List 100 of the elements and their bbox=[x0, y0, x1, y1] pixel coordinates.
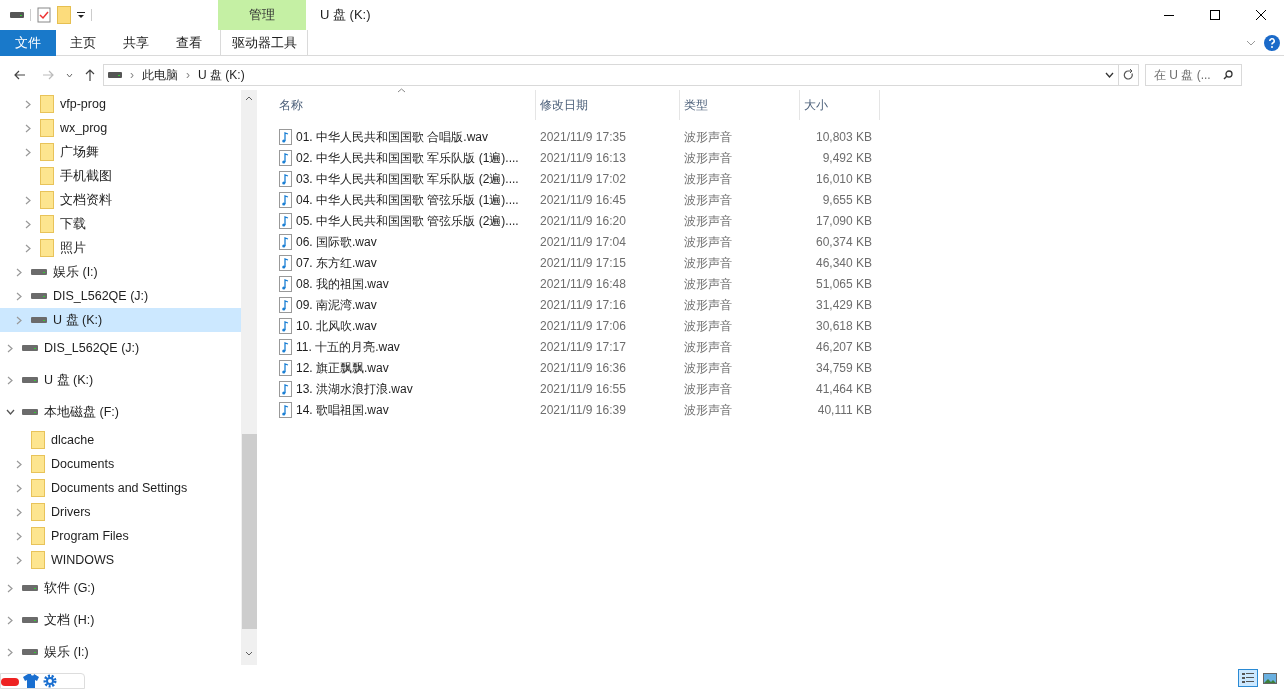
scroll-up-icon[interactable] bbox=[245, 96, 253, 101]
chevron-right-icon[interactable] bbox=[25, 195, 31, 205]
audio-file-icon bbox=[279, 380, 292, 397]
tree-item[interactable]: 广场舞 bbox=[0, 140, 241, 164]
chevron-right-icon[interactable] bbox=[25, 123, 31, 133]
tree-item[interactable]: 娱乐 (I:) bbox=[0, 636, 241, 665]
tree-item[interactable]: U 盘 (K:) bbox=[0, 364, 241, 396]
chevron-right-icon[interactable] bbox=[7, 583, 13, 593]
tree-item-label: Documents and Settings bbox=[51, 479, 188, 497]
table-cell-text: 波形声音 bbox=[683, 359, 733, 377]
drive-icon bbox=[22, 344, 38, 352]
tree-item[interactable]: 手机截图 bbox=[0, 164, 241, 188]
tree-item[interactable]: DIS_L562QE (J:) bbox=[0, 284, 241, 308]
scroll-down-icon[interactable] bbox=[245, 651, 253, 656]
chevron-down-icon[interactable] bbox=[1105, 72, 1114, 78]
chevron-right-icon[interactable] bbox=[7, 647, 13, 657]
tree-item-label: 娱乐 (I:) bbox=[44, 643, 89, 661]
tree-item-label: 软件 (G:) bbox=[44, 579, 95, 597]
column-header[interactable]: 名称 bbox=[275, 90, 536, 120]
chevron-right-icon[interactable] bbox=[16, 555, 22, 565]
chevron-right-icon[interactable] bbox=[25, 99, 31, 109]
forward-arrow-icon[interactable] bbox=[42, 70, 54, 80]
tree-item-label: Program Files bbox=[51, 527, 129, 545]
tree-item[interactable]: 软件 (G:) bbox=[0, 572, 241, 604]
tree-item[interactable]: 文档 (H:) bbox=[0, 604, 241, 636]
chevron-right-icon[interactable] bbox=[16, 507, 22, 517]
breadcrumb[interactable]: 此电脑 bbox=[142, 66, 178, 84]
folder-icon bbox=[31, 503, 45, 521]
file-menu-button[interactable]: 文件 bbox=[0, 29, 56, 56]
audio-file-icon bbox=[279, 359, 292, 376]
drive-icon bbox=[22, 376, 38, 384]
audio-file-icon bbox=[279, 338, 292, 355]
chevron-right-icon[interactable] bbox=[16, 315, 22, 325]
tree-item[interactable]: Drivers bbox=[0, 500, 241, 524]
back-arrow-icon[interactable] bbox=[14, 70, 26, 80]
chevron-right-icon[interactable] bbox=[7, 615, 13, 625]
ribbon-tab[interactable]: 查看 bbox=[162, 29, 215, 56]
help-icon[interactable] bbox=[1264, 34, 1280, 51]
search-field[interactable]: 在 U 盘 (... bbox=[1145, 64, 1242, 86]
tree-item[interactable]: WINDOWS bbox=[0, 548, 241, 572]
scrollbar[interactable] bbox=[241, 90, 257, 665]
ribbon-tab[interactable]: 主页 bbox=[56, 29, 109, 56]
tree-item[interactable]: dlcache bbox=[0, 428, 241, 452]
chevron-right-icon[interactable] bbox=[25, 219, 31, 229]
chevron-right-icon[interactable] bbox=[16, 531, 22, 541]
chevron-right-icon[interactable] bbox=[7, 375, 13, 385]
column-header[interactable]: 修改日期 bbox=[536, 90, 680, 120]
tree-item[interactable]: 娱乐 (I:) bbox=[0, 260, 241, 284]
tree-item[interactable]: vfp-prog bbox=[0, 92, 241, 116]
file-name-text: 05. 中华人民共和国国歌 管弦乐版 (2遍).... bbox=[296, 212, 519, 230]
shirt-icon[interactable] bbox=[23, 674, 39, 688]
file-name-text: 11. 十五的月亮.wav bbox=[296, 338, 400, 356]
table-cell-text: 2021/11/9 17:17 bbox=[539, 338, 627, 356]
table-cell-text: 波形声音 bbox=[683, 149, 733, 167]
tree-item[interactable]: 照片 bbox=[0, 236, 241, 260]
table-cell-text: 9,655 KB bbox=[821, 191, 873, 209]
chevron-right-icon[interactable] bbox=[25, 243, 31, 253]
tree-item[interactable]: Program Files bbox=[0, 524, 241, 548]
chevron-right-icon[interactable] bbox=[16, 291, 22, 301]
checklist-icon[interactable] bbox=[37, 7, 51, 23]
tree-item[interactable]: U 盘 (K:) bbox=[0, 308, 241, 332]
chevron-down-icon[interactable] bbox=[5, 409, 15, 415]
drive-icon[interactable] bbox=[10, 11, 24, 19]
table-cell-text: 10,803 KB bbox=[814, 128, 873, 146]
chevron-right-icon[interactable] bbox=[16, 267, 22, 277]
details-view-button[interactable] bbox=[1238, 669, 1258, 687]
settings-icon[interactable] bbox=[43, 674, 57, 688]
drive-icon bbox=[31, 268, 47, 276]
tree-item[interactable]: Documents bbox=[0, 452, 241, 476]
breadcrumb[interactable]: U 盘 (K:) bbox=[198, 66, 245, 84]
chevron-right-icon[interactable] bbox=[25, 147, 31, 157]
file-name-text: 08. 我的祖国.wav bbox=[296, 275, 389, 293]
up-arrow-icon[interactable] bbox=[85, 69, 95, 81]
dropdown-icon[interactable] bbox=[77, 11, 85, 19]
table-cell-text: 2021/11/9 17:35 bbox=[539, 128, 627, 146]
audio-file-icon bbox=[279, 296, 292, 313]
ribbon-tab[interactable]: 驱动器工具 bbox=[220, 29, 308, 56]
refresh-icon[interactable] bbox=[1123, 69, 1134, 81]
tree-item[interactable]: 本地磁盘 (F:) bbox=[0, 396, 241, 428]
address-bar[interactable]: › 此电脑 › U 盘 (K:) bbox=[103, 64, 1139, 86]
file-name-text: 13. 洪湖水浪打浪.wav bbox=[296, 380, 413, 398]
tree-item[interactable]: Documents and Settings bbox=[0, 476, 241, 500]
column-header[interactable]: 大小 bbox=[800, 90, 880, 120]
table-cell-text: 波形声音 bbox=[683, 233, 733, 251]
folder-icon bbox=[40, 143, 54, 161]
tree-item[interactable]: 文档资料 bbox=[0, 188, 241, 212]
tree-item[interactable]: wx_prog bbox=[0, 116, 241, 140]
file-name-text: 01. 中华人民共和国国歌 合唱版.wav bbox=[296, 128, 489, 146]
ribbon-tab[interactable]: 共享 bbox=[109, 29, 162, 56]
image-thumbnail-icon bbox=[1263, 672, 1277, 684]
chevron-right-icon[interactable] bbox=[7, 343, 13, 353]
tree-item[interactable]: 下载 bbox=[0, 212, 241, 236]
scrollbar-thumb[interactable] bbox=[241, 434, 257, 629]
table-cell-text: 波形声音 bbox=[683, 254, 733, 272]
column-header[interactable]: 类型 bbox=[680, 90, 800, 120]
tree-item[interactable]: DIS_L562QE (J:) bbox=[0, 332, 241, 364]
folder-icon bbox=[40, 119, 54, 137]
chevron-right-icon[interactable] bbox=[16, 483, 22, 493]
chevron-right-icon[interactable] bbox=[16, 459, 22, 469]
table-cell-text: 60,374 KB bbox=[814, 233, 873, 251]
